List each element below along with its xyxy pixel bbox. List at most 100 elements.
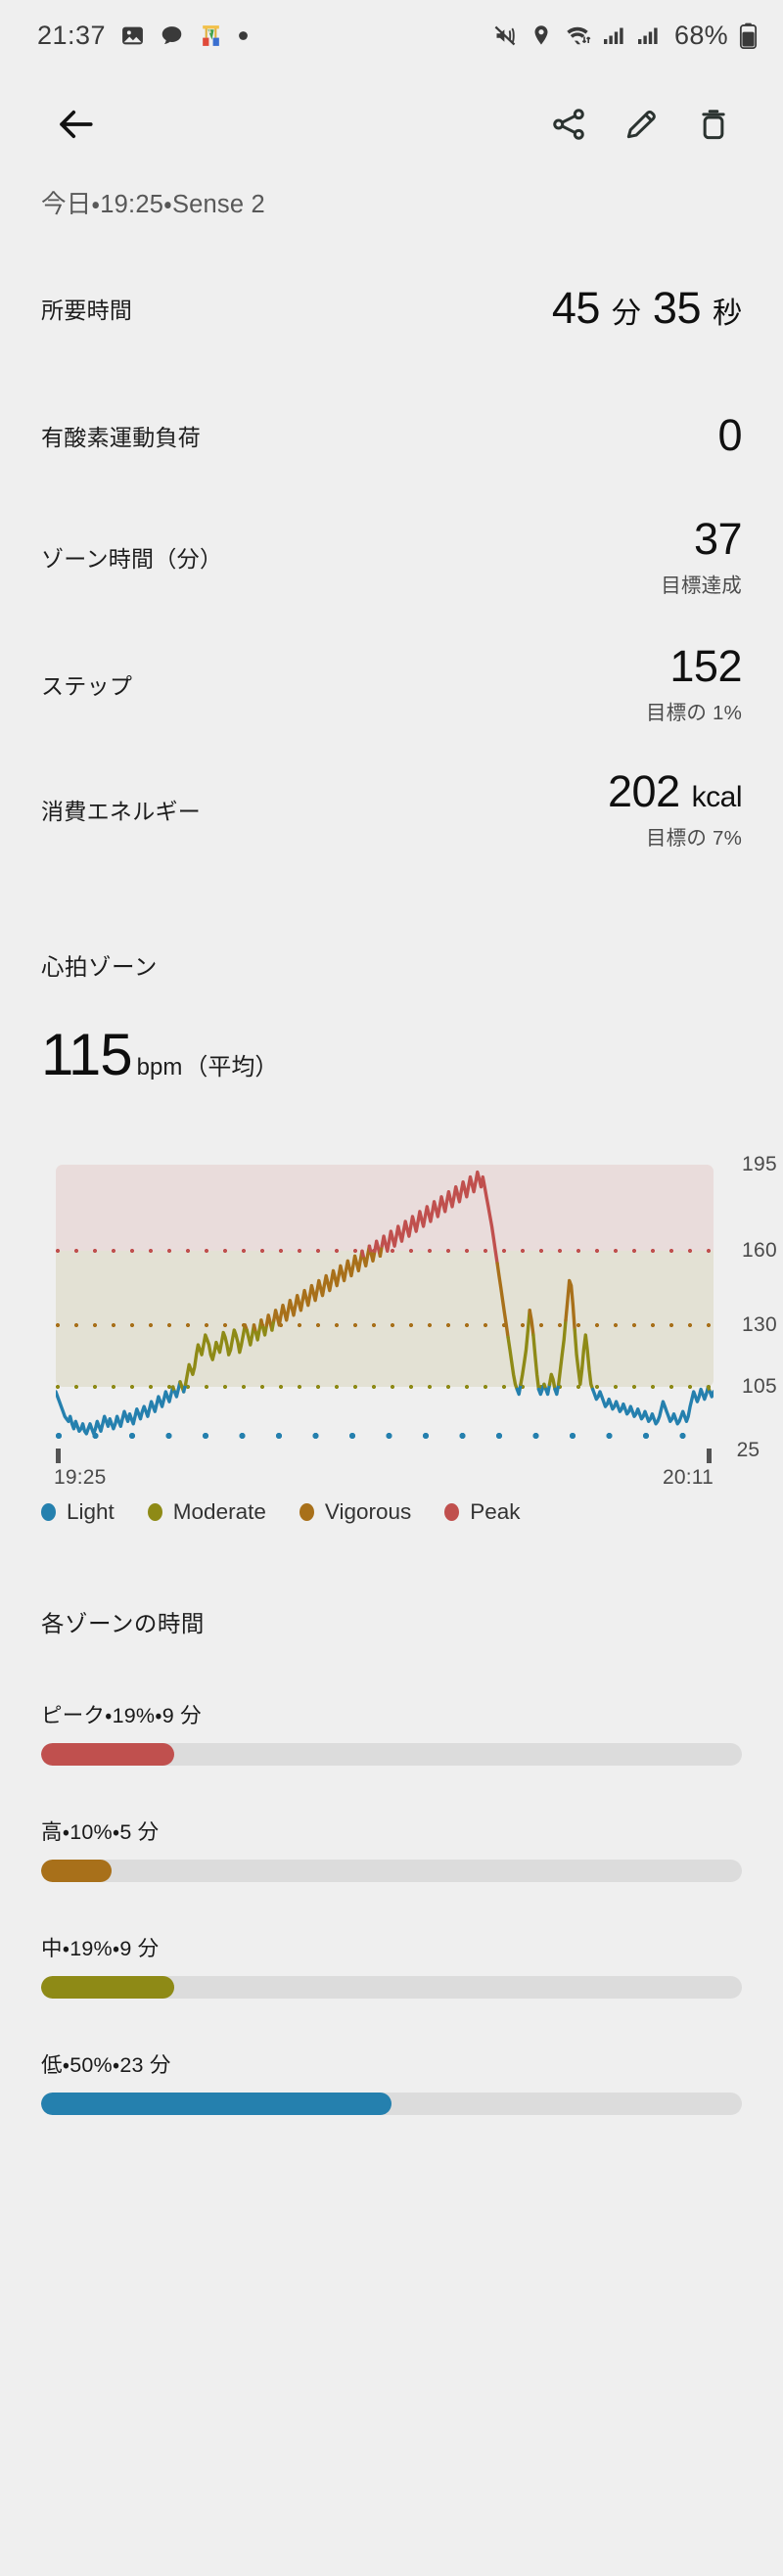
heart-rate-zone-title: 心拍ゾーン — [41, 954, 158, 980]
workout-detail-screen: 21:37 68% 今日・19:25・Sense 2 所要時間 45 分 35 … — [0, 0, 783, 2576]
zone-time-label: 高・10%・5 分 — [41, 1820, 160, 1844]
zone-time-track — [41, 1743, 742, 1766]
zone-time-track — [41, 1860, 742, 1882]
stat-value: 202 kcal — [608, 765, 743, 816]
legend-dot-icon — [41, 1503, 56, 1521]
stat-row-aerobic-load: 有酸素運動負荷 0 — [0, 391, 783, 481]
stat-value: 37 — [693, 513, 743, 564]
calories-unit: kcal — [691, 780, 743, 813]
location-icon — [530, 23, 553, 47]
heart-rate-segment — [274, 1251, 362, 1325]
chart-y-label: 105 — [742, 1374, 777, 1398]
heart-rate-trace — [56, 1165, 714, 1449]
stat-subtext: 目標の 7% — [645, 827, 742, 851]
status-bar: 21:37 68% — [0, 0, 783, 70]
share-icon — [550, 106, 587, 143]
back-arrow-icon — [55, 104, 96, 145]
stat-label: ゾーン時間（分） — [41, 546, 223, 572]
image-icon — [120, 23, 145, 48]
dot-icon — [238, 30, 249, 41]
heart-rate-segment — [530, 1311, 533, 1335]
legend-item-peak: Peak — [444, 1499, 521, 1525]
heart-rate-zone-section: 心拍ゾーン 115 bpm （平均） — [0, 948, 783, 1088]
stat-value: 152 — [669, 640, 742, 691]
stat-label: 消費エネルギー — [41, 799, 202, 824]
status-bar-right: 68% — [492, 21, 758, 51]
chart-x-right-number: 25 — [736, 1439, 760, 1461]
chart-y-label: 160 — [742, 1239, 777, 1263]
zone-time-fill — [41, 2093, 392, 2115]
status-bar-left: 21:37 — [37, 21, 249, 51]
pencil-icon — [622, 106, 660, 143]
stat-subtext: 目標達成 — [661, 575, 742, 598]
stat-value: 0 — [717, 410, 742, 461]
workout-subtitle: 今日・19:25・Sense 2 — [41, 191, 265, 218]
signal-bars-icon — [636, 23, 660, 47]
legend-dot-icon — [299, 1503, 314, 1521]
share-button[interactable] — [532, 88, 605, 161]
ringer-vibrate-off-icon — [492, 23, 519, 49]
heart-rate-segment — [186, 1325, 246, 1385]
chart-x-dot-row — [56, 1433, 714, 1439]
zone-time-row: ピーク・19%・9 分 — [41, 1699, 742, 1766]
legend-label: Moderate — [172, 1499, 266, 1524]
chart-x-axis: 19:25 20:11 25 — [54, 1431, 760, 1489]
legend-label: Light — [67, 1499, 115, 1524]
delete-button[interactable] — [677, 88, 750, 161]
heart-rate-chart[interactable]: 195 160 130 105 19:25 20:11 25 — [0, 1153, 783, 1489]
battery-icon — [739, 23, 758, 49]
heart-rate-segment — [247, 1325, 253, 1345]
app-icon — [199, 23, 223, 48]
stat-value-group: 202 kcal 目標の 7% — [608, 765, 743, 851]
stat-row-calories: 消費エネルギー 202 kcal 目標の 7% — [0, 764, 783, 854]
zone-time-row: 高・10%・5 分 — [41, 1816, 742, 1882]
chart-y-label: 130 — [742, 1312, 777, 1336]
zone-time-row: 低・50%・23 分 — [41, 2048, 742, 2115]
chart-legend: Light Moderate Vigorous Peak — [0, 1499, 783, 1525]
legend-item-light: Light — [41, 1499, 115, 1525]
stat-row-duration: 所要時間 45 分 35 秒 — [0, 263, 783, 353]
chart-x-label-start: 19:25 — [54, 1466, 107, 1489]
edit-button[interactable] — [605, 88, 677, 161]
chart-y-label: 195 — [742, 1153, 777, 1175]
zone-time-list: ピーク・19%・9 分高・10%・5 分中・19%・9 分低・50%・23 分 — [41, 1699, 742, 2115]
legend-dot-icon — [444, 1503, 460, 1521]
zone-time-label: 低・50%・23 分 — [41, 2053, 171, 2077]
zone-time-label: ピーク・19%・9 分 — [41, 1704, 202, 1727]
stats-list: 所要時間 45 分 35 秒 有酸素運動負荷 0 ゾーン時間（分） 37 目標達… — [0, 263, 783, 854]
trash-icon — [695, 106, 732, 143]
chart-x-tick-start — [56, 1449, 61, 1463]
duration-minutes-unit: 分 — [611, 298, 641, 331]
heart-rate-segment — [593, 1387, 709, 1424]
zone-time-track — [41, 1976, 742, 1999]
stat-value-group: 45 分 35 秒 — [552, 285, 742, 332]
stat-label: 有酸素運動負荷 — [41, 425, 202, 450]
heart-rate-segment — [710, 1392, 714, 1397]
legend-label: Peak — [470, 1499, 521, 1524]
stat-value: 45 分 35 秒 — [552, 285, 742, 332]
chart-y-axis-labels: 195 160 130 105 — [722, 1153, 783, 1419]
zone-time-track — [41, 2093, 742, 2115]
heart-rate-segment — [497, 1264, 508, 1338]
zone-time-fill — [41, 1860, 112, 1882]
heart-rate-segment — [575, 1330, 592, 1390]
heart-rate-segment — [56, 1387, 173, 1434]
zone-time-title: 各ゾーンの時間 — [41, 1611, 205, 1636]
legend-item-moderate: Moderate — [147, 1499, 266, 1525]
heart-rate-segment — [521, 1311, 530, 1385]
status-clock: 21:37 — [37, 20, 107, 50]
calories-number: 202 — [608, 765, 680, 816]
zone-time-label: 中・19%・9 分 — [41, 1937, 160, 1960]
duration-seconds-unit: 秒 — [713, 298, 742, 331]
stat-label: 所要時間 — [41, 298, 133, 323]
chat-bubble-icon — [160, 23, 184, 48]
average-bpm-unit: bpm — [136, 1054, 183, 1081]
stat-value-group: 152 目標の 1% — [645, 640, 743, 726]
stat-subtext: 目標の 1% — [645, 702, 742, 725]
zone-time-fill — [41, 1743, 175, 1766]
stat-label: ステップ — [41, 673, 133, 699]
stat-row-zone-minutes: ゾーン時間（分） 37 目標達成 — [0, 512, 783, 602]
zone-time-row: 中・19%・9 分 — [41, 1932, 742, 1999]
back-button[interactable] — [39, 88, 112, 161]
stat-row-steps: ステップ 152 目標の 1% — [0, 639, 783, 729]
